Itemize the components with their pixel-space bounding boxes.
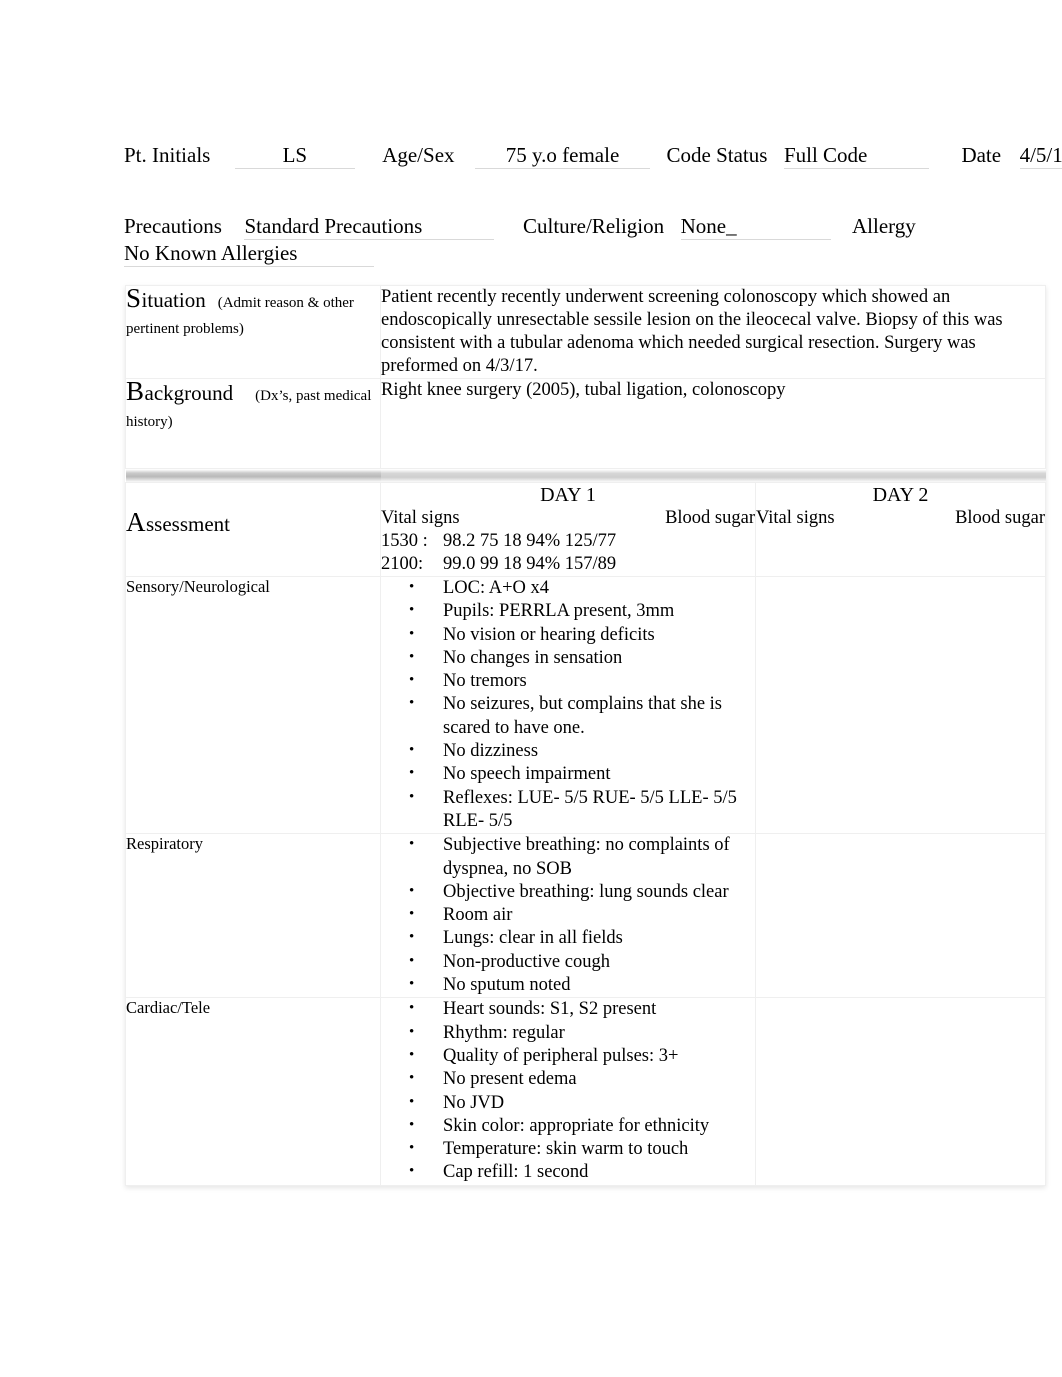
allergy-value[interactable]: No Known Allergies bbox=[124, 240, 374, 267]
culture-religion-value[interactable]: None_ bbox=[680, 213, 831, 240]
day1-findings-cell[interactable]: LOC: A+O x4Pupils: PERRLA present, 3mmNo… bbox=[380, 576, 756, 835]
code-status-label: Code Status bbox=[666, 143, 768, 167]
system-label-cell: Respiratory bbox=[125, 833, 381, 999]
pt-initials-value[interactable]: LS bbox=[234, 142, 355, 169]
list-item: No JVD bbox=[381, 1091, 749, 1115]
table-row-system: Sensory/NeurologicalLOC: A+O x4Pupils: P… bbox=[125, 575, 1046, 835]
precautions-label: Precautions bbox=[124, 214, 222, 238]
list-item: Cap refill: 1 second bbox=[381, 1160, 749, 1184]
list-item: No tremors bbox=[381, 669, 749, 693]
table-row-system: RespiratorySubjective breathing: no comp… bbox=[125, 833, 1046, 999]
section-divider-band bbox=[125, 468, 1046, 483]
day2-vital-signs-label: Vital signs bbox=[756, 508, 835, 528]
list-item: Reflexes: LUE- 5/5 RUE- 5/5 LLE- 5/5 RLE… bbox=[381, 786, 749, 834]
list-item: LOC: A+O x4 bbox=[381, 576, 749, 600]
header-row-identifiers: Pt. Initials LS Age/Sex 75 y.o female Co… bbox=[124, 142, 1062, 169]
list-item: No seizures, but complains that she is s… bbox=[381, 692, 749, 740]
situation-content-cell[interactable]: Patient recently recently underwent scre… bbox=[380, 285, 1046, 379]
divider-segment-label bbox=[125, 468, 381, 483]
list-item: Room air bbox=[381, 903, 749, 927]
day2-vitals-cell[interactable]: Vital signs Blood sugar bbox=[755, 507, 1046, 577]
day1-vitals-values-2: 99.0 99 18 94% 157/89 bbox=[443, 554, 617, 574]
day1-vitals-time-2: 2100: bbox=[381, 554, 424, 574]
situation-dropcap: S bbox=[126, 283, 142, 313]
document-page: Pt. Initials LS Age/Sex 75 y.o female Co… bbox=[0, 0, 1062, 1377]
table-row-situation: Situation (Admit reason & other pertinent… bbox=[125, 283, 1046, 379]
list-item: Non-productive cough bbox=[381, 950, 749, 974]
divider-segment-day2 bbox=[755, 468, 1046, 483]
list-item: Lungs: clear in all fields bbox=[381, 926, 749, 950]
day2-vitals-header: Vital signs Blood sugar bbox=[756, 507, 1045, 530]
culture-religion-label: Culture/Religion bbox=[522, 214, 665, 238]
list-item: Rhythm: regular bbox=[381, 1021, 749, 1045]
list-item: No dizziness bbox=[381, 739, 749, 763]
day1-vitals-header: Vital signs Blood sugar bbox=[381, 507, 755, 530]
list-item: Heart sounds: S1, S2 present bbox=[381, 997, 749, 1021]
list-item: Temperature: skin warm to touch bbox=[381, 1137, 749, 1161]
sbar-table: Situation (Admit reason & other pertinent… bbox=[125, 285, 1046, 1186]
list-item: No present edema bbox=[381, 1067, 749, 1091]
day-header-spacer bbox=[125, 482, 381, 507]
day1-findings-cell[interactable]: Heart sounds: S1, S2 presentRhythm: regu… bbox=[380, 997, 756, 1186]
situation-text: Patient recently recently underwent scre… bbox=[381, 287, 1003, 376]
assessment-dropcap: A bbox=[126, 507, 146, 537]
background-content-cell[interactable]: Right knee surgery (2005), tubal ligatio… bbox=[380, 378, 1046, 469]
day1-vitals-time-1: 1530 : bbox=[381, 531, 428, 551]
list-item: Subjective breathing: no complaints of d… bbox=[381, 833, 749, 881]
background-heading-cell: Background (Dx’s, past medical history) bbox=[125, 376, 381, 469]
background-title: ackground bbox=[144, 381, 234, 405]
precautions-value[interactable]: Standard Precautions bbox=[244, 213, 495, 240]
table-row-system: Cardiac/TeleHeart sounds: S1, S2 present… bbox=[125, 997, 1046, 1186]
table-row-assessment-vitals: Assessment Vital signs Blood sugar 1530 … bbox=[125, 507, 1046, 577]
list-item: Pupils: PERRLA present, 3mm bbox=[381, 599, 749, 623]
table-row-background: Background (Dx’s, past medical history) R… bbox=[125, 376, 1046, 469]
date-label: Date bbox=[961, 143, 1002, 167]
findings-list: LOC: A+O x4Pupils: PERRLA present, 3mmNo… bbox=[381, 576, 755, 834]
list-item: No vision or hearing deficits bbox=[381, 623, 749, 647]
patient-header: Pt. Initials LS Age/Sex 75 y.o female Co… bbox=[124, 142, 1062, 267]
day1-header: DAY 1 bbox=[380, 482, 756, 507]
list-item: Skin color: appropriate for ethnicity bbox=[381, 1114, 749, 1138]
assessment-title: ssessment bbox=[146, 512, 230, 536]
list-item: No sputum noted bbox=[381, 973, 749, 997]
assessment-heading-cell: Assessment bbox=[125, 507, 381, 577]
age-sex-value[interactable]: 75 y.o female bbox=[475, 142, 651, 169]
day2-findings-cell[interactable] bbox=[755, 575, 1046, 835]
situation-title: ituation bbox=[141, 288, 206, 312]
date-value[interactable]: 4/5/17 bbox=[1019, 142, 1062, 169]
list-item: Objective breathing: lung sounds clear bbox=[381, 880, 749, 904]
system-label-cell: Cardiac/Tele bbox=[125, 997, 381, 1186]
pt-initials-label: Pt. Initials bbox=[124, 143, 211, 167]
background-dropcap: B bbox=[126, 376, 145, 406]
day2-findings-cell[interactable] bbox=[755, 833, 1046, 999]
day1-vitals-values-1: 98.2 75 18 94% 125/77 bbox=[443, 531, 617, 551]
day2-blood-sugar-label: Blood sugar bbox=[955, 508, 1045, 528]
table-row-day-headers: DAY 1 DAY 2 bbox=[125, 482, 1046, 507]
day2-header: DAY 2 bbox=[755, 482, 1046, 507]
allergy-label: Allergy bbox=[851, 214, 916, 238]
code-status-value[interactable]: Full Code bbox=[783, 142, 929, 169]
day1-vitals-row-2: 2100: 99.0 99 18 94% 157/89 bbox=[381, 553, 755, 576]
day1-vitals-row-1: 1530 : 98.2 75 18 94% 125/77 bbox=[381, 530, 755, 553]
findings-list: Heart sounds: S1, S2 presentRhythm: regu… bbox=[381, 997, 755, 1184]
findings-list: Subjective breathing: no complaints of d… bbox=[381, 833, 755, 997]
list-item: No speech impairment bbox=[381, 762, 749, 786]
day1-vitals-cell[interactable]: Vital signs Blood sugar 1530 : 98.2 75 18… bbox=[380, 507, 756, 577]
day2-findings-cell[interactable] bbox=[755, 997, 1046, 1186]
day1-blood-sugar-label: Blood sugar bbox=[665, 508, 755, 528]
background-text: Right knee surgery (2005), tubal ligatio… bbox=[381, 380, 786, 400]
list-item: Quality of peripheral pulses: 3+ bbox=[381, 1044, 749, 1068]
system-label-cell: Sensory/Neurological bbox=[125, 575, 381, 835]
day1-vital-signs-label: Vital signs bbox=[381, 508, 460, 528]
header-row-precautions: Precautions Standard Precautions Culture… bbox=[124, 213, 954, 267]
age-sex-label: Age/Sex bbox=[382, 143, 455, 167]
situation-heading-cell: Situation (Admit reason & other pertinent… bbox=[125, 283, 381, 379]
divider-segment-day1 bbox=[380, 468, 756, 483]
list-item: No changes in sensation bbox=[381, 646, 749, 670]
day1-findings-cell[interactable]: Subjective breathing: no complaints of d… bbox=[380, 833, 756, 999]
